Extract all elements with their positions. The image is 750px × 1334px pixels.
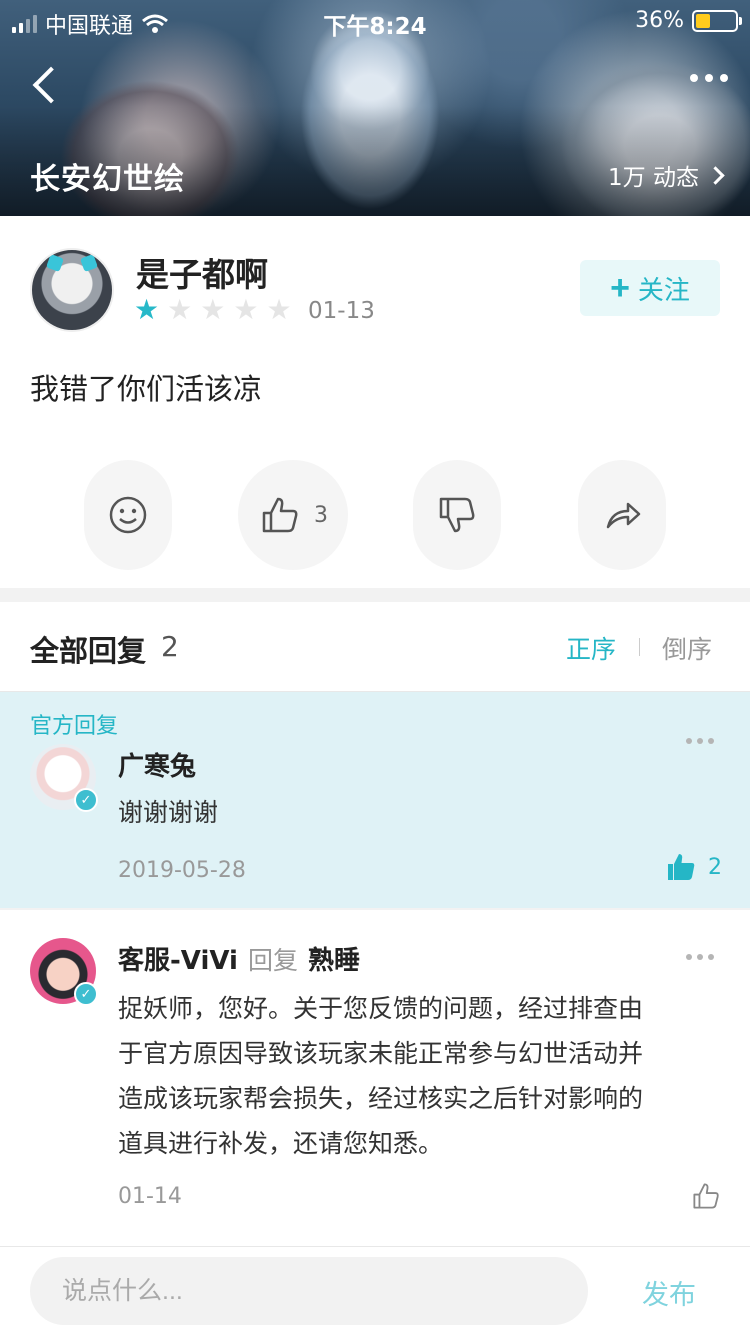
battery-level (696, 13, 710, 28)
sort-descending-tab[interactable]: 倒序 (662, 630, 712, 666)
app-page: 中国联通 下午8:24 36% 长安幻世绘 1万 动态 是子都啊 ★ ★ ★ ★… (0, 0, 750, 1334)
post-username[interactable]: 是子都啊 (136, 248, 268, 296)
battery-icon (692, 9, 742, 32)
reply-item: ✓ 客服-ViVi 回复 熟睡 捉妖师，您好。关于您反馈的问题，经过排查由 于官… (0, 910, 750, 1234)
reply-text: 捉妖师，您好。关于您反馈的问题，经过排查由 于官方原因导致该玩家未能正常参与幻世… (118, 986, 728, 1166)
verified-icon: ✓ (74, 788, 98, 812)
dynamics-count: 1万 动态 (608, 165, 699, 191)
post-date: 01-13 (308, 298, 375, 324)
replies-count: 2 (161, 630, 179, 663)
share-icon (606, 502, 641, 529)
star-empty-icon: ★ (266, 293, 292, 326)
reply-date: 2019-05-28 (118, 858, 246, 883)
reply-word: 回复 (247, 946, 298, 975)
more-options-button[interactable] (690, 74, 728, 82)
reply-text: 谢谢谢谢 (118, 798, 219, 827)
reply-to-user[interactable]: 熟睡 (308, 940, 360, 977)
nav-bar (0, 50, 750, 120)
rating-stars: ★ ★ ★ ★ ★ (134, 296, 292, 324)
reply-text-line: 造成该玩家帮会损失，经过核实之后针对影响的 (118, 1084, 644, 1113)
post-content: 我错了你们活该凉 (30, 372, 263, 406)
section-divider (0, 588, 750, 602)
share-button[interactable] (578, 460, 666, 570)
follow-label: 关注 (637, 274, 690, 305)
sort-divider (639, 638, 640, 656)
star-empty-icon: ★ (200, 293, 226, 326)
back-button[interactable] (26, 60, 66, 110)
reply-more-button[interactable] (686, 738, 714, 744)
reply-date: 01-14 (118, 1184, 182, 1209)
replies-header: 全部回复 2 正序 倒序 (0, 602, 750, 692)
star-filled-icon: ★ (134, 293, 160, 326)
official-reply: 官方回复 ✓ 广寒兔 谢谢谢谢 2019-05-28 2 (0, 692, 750, 908)
avatar[interactable] (30, 248, 114, 332)
reply-author[interactable]: 广寒兔 (118, 746, 196, 783)
dislike-button[interactable] (413, 460, 501, 570)
post-actions: 3 (0, 460, 750, 570)
reply-like-count: 2 (708, 854, 722, 880)
star-empty-icon: ★ (167, 293, 193, 326)
smiley-icon (109, 496, 147, 534)
game-title: 长安幻世绘 (30, 162, 185, 197)
official-reply-label: 官方回复 (30, 714, 119, 739)
thumbs-up-filled-icon (668, 854, 695, 880)
reply-text-line: 道具进行补发，还请您知悉。 (118, 1129, 444, 1158)
game-banner: 中国联通 下午8:24 36% 长安幻世绘 1万 动态 (0, 0, 750, 216)
thumbs-down-icon (439, 497, 475, 533)
chevron-right-icon (706, 165, 725, 185)
replies-title: 全部回复 (30, 634, 147, 668)
sort-ascending-tab[interactable]: 正序 (566, 630, 616, 666)
avatar[interactable]: ✓ (30, 744, 98, 812)
battery-percent: 36% (635, 8, 684, 33)
reply-text-line: 捉妖师，您好。关于您反馈的问题，经过排查由 (118, 994, 644, 1023)
reply-text-line: 于官方原因导致该玩家未能正常参与幻世活动并 (118, 1039, 644, 1068)
thumbs-up-icon (262, 497, 298, 533)
comment-bar: 发布 (0, 1246, 750, 1334)
status-bar: 中国联通 下午8:24 36% (0, 0, 750, 40)
verified-icon: ✓ (74, 982, 98, 1006)
like-count: 3 (314, 502, 328, 528)
battery-group: 36% (635, 8, 742, 33)
thumbs-up-icon (693, 1183, 719, 1209)
reply-author[interactable]: 客服-ViVi (118, 940, 238, 977)
reply-like-button[interactable]: 2 (666, 852, 722, 882)
follow-button[interactable]: + 关注 (580, 260, 720, 316)
emoji-button[interactable] (84, 460, 172, 570)
star-empty-icon: ★ (233, 293, 259, 326)
comment-input[interactable] (30, 1257, 588, 1325)
reply-header-line: 客服-ViVi 回复 熟睡 (118, 940, 360, 977)
avatar[interactable]: ✓ (30, 938, 98, 1006)
reply-more-button[interactable] (686, 954, 714, 960)
plus-icon: + (610, 269, 630, 307)
post-card: 是子都啊 ★ ★ ★ ★ ★ 01-13 + 关注 我错了你们活该凉 3 (0, 216, 750, 588)
dynamics-link[interactable]: 1万 动态 (608, 158, 725, 192)
reply-like-button[interactable] (690, 1180, 722, 1212)
like-button[interactable]: 3 (238, 460, 348, 570)
publish-button[interactable]: 发布 (642, 1273, 696, 1312)
